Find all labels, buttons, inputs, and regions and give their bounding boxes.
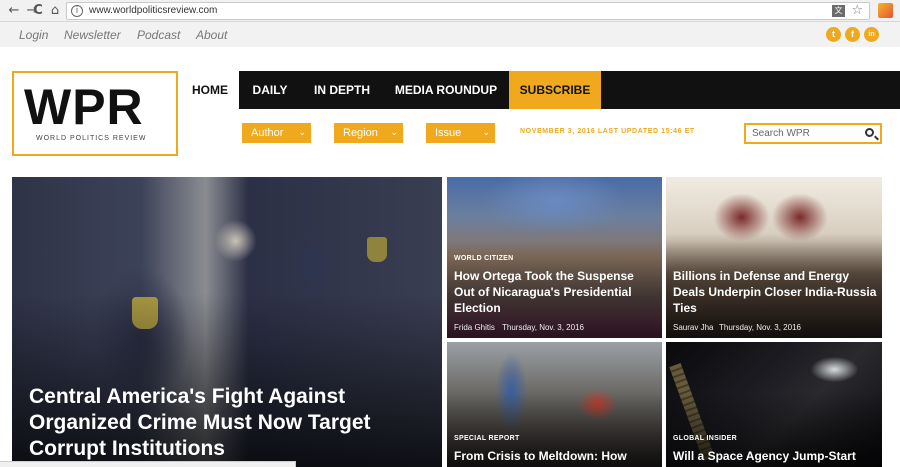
region-dropdown-label: Region	[343, 127, 378, 139]
logo-wordmark: WPR	[24, 79, 144, 135]
dateline: NOVEMBER 3, 2016 LAST UPDATED 15:46 ET	[520, 128, 695, 135]
address-bar[interactable]: i www.worldpoliticsreview.com 文 ☆	[66, 2, 870, 20]
story-kicker[interactable]: SPECIAL REPORT	[454, 435, 520, 442]
logo-tagline: WORLD POLITICS REVIEW	[36, 135, 147, 142]
chevron-down-icon: ⌄	[298, 128, 306, 138]
chevron-down-icon: ⌄	[482, 128, 490, 138]
hero-story[interactable]: Central America's Fight Against Organize…	[12, 177, 442, 467]
newsletter-link[interactable]: Newsletter	[64, 28, 121, 42]
story-headline[interactable]: From Crisis to Meltdown: How	[454, 448, 659, 464]
issue-dropdown-label: Issue	[435, 127, 462, 139]
twitter-icon[interactable]: t	[826, 27, 841, 42]
hero-image-detail	[367, 237, 387, 262]
url-text[interactable]: www.worldpoliticsreview.com	[89, 5, 217, 16]
main-nav: HOME DAILY IN DEPTH MEDIA ROUNDUP SUBSCR…	[181, 71, 900, 109]
home-icon[interactable]: ⌂	[47, 3, 63, 19]
linkedin-icon[interactable]: in	[864, 27, 879, 42]
story-headline[interactable]: How Ortega Took the Suspense Out of Nica…	[454, 268, 654, 316]
login-link[interactable]: Login	[19, 28, 48, 42]
chevron-down-icon: ⌄	[390, 128, 398, 138]
browser-toolbar: ← → C ⌂ i www.worldpoliticsreview.com 文 …	[0, 0, 900, 22]
translate-icon[interactable]: 文	[832, 5, 845, 17]
facebook-icon[interactable]: f	[845, 27, 860, 42]
content-grid: Central America's Fight Against Organize…	[0, 165, 900, 467]
story-kicker[interactable]: WORLD CITIZEN	[454, 255, 514, 262]
nav-daily[interactable]: DAILY	[239, 71, 301, 109]
story-card[interactable]: WORLD CITIZEN How Ortega Took the Suspen…	[447, 177, 662, 338]
bookmark-star-icon[interactable]: ☆	[851, 3, 863, 18]
story-author[interactable]: Frida Ghitis	[454, 323, 495, 332]
story-date: Thursday, Nov. 3, 2016	[502, 323, 584, 332]
search-input[interactable]: Search WPR	[752, 128, 810, 139]
extension-icon[interactable]	[878, 3, 893, 18]
story-card[interactable]: Billions in Defense and Energy Deals Und…	[666, 177, 882, 338]
info-icon[interactable]: i	[71, 5, 83, 17]
nav-in-depth[interactable]: IN DEPTH	[301, 71, 383, 109]
about-link[interactable]: About	[196, 28, 227, 42]
story-headline[interactable]: Billions in Defense and Energy Deals Und…	[673, 268, 878, 316]
issue-dropdown[interactable]: Issue ⌄	[426, 123, 495, 143]
story-date: Thursday, Nov. 3, 2016	[719, 323, 801, 332]
nav-media-roundup[interactable]: MEDIA ROUNDUP	[383, 71, 509, 109]
story-headline[interactable]: Will a Space Agency Jump-Start	[673, 448, 878, 464]
site-header: WPR WORLD POLITICS REVIEW HOME DAILY IN …	[0, 47, 900, 165]
search-box[interactable]: Search WPR	[744, 123, 882, 144]
story-card[interactable]: SPECIAL REPORT From Crisis to Meltdown: …	[447, 342, 662, 467]
author-dropdown[interactable]: Author ⌄	[242, 123, 311, 143]
status-bar	[0, 461, 296, 467]
story-kicker[interactable]: GLOBAL INSIDER	[673, 435, 737, 442]
author-dropdown-label: Author	[251, 127, 284, 139]
hero-headline[interactable]: Central America's Fight Against Organize…	[29, 384, 409, 462]
nav-home[interactable]: HOME	[181, 71, 239, 109]
back-icon[interactable]: ←	[6, 3, 22, 19]
utility-bar: Login Newsletter Podcast About t f in	[0, 23, 900, 47]
story-author[interactable]: Saurav Jha	[673, 323, 713, 332]
reload-icon[interactable]: C	[31, 3, 45, 19]
podcast-link[interactable]: Podcast	[137, 28, 180, 42]
nav-subscribe[interactable]: SUBSCRIBE	[509, 71, 601, 109]
wpr-logo[interactable]: WPR WORLD POLITICS REVIEW	[12, 71, 178, 156]
story-card[interactable]: GLOBAL INSIDER Will a Space Agency Jump-…	[666, 342, 882, 467]
search-icon[interactable]	[865, 128, 874, 137]
region-dropdown[interactable]: Region ⌄	[334, 123, 403, 143]
